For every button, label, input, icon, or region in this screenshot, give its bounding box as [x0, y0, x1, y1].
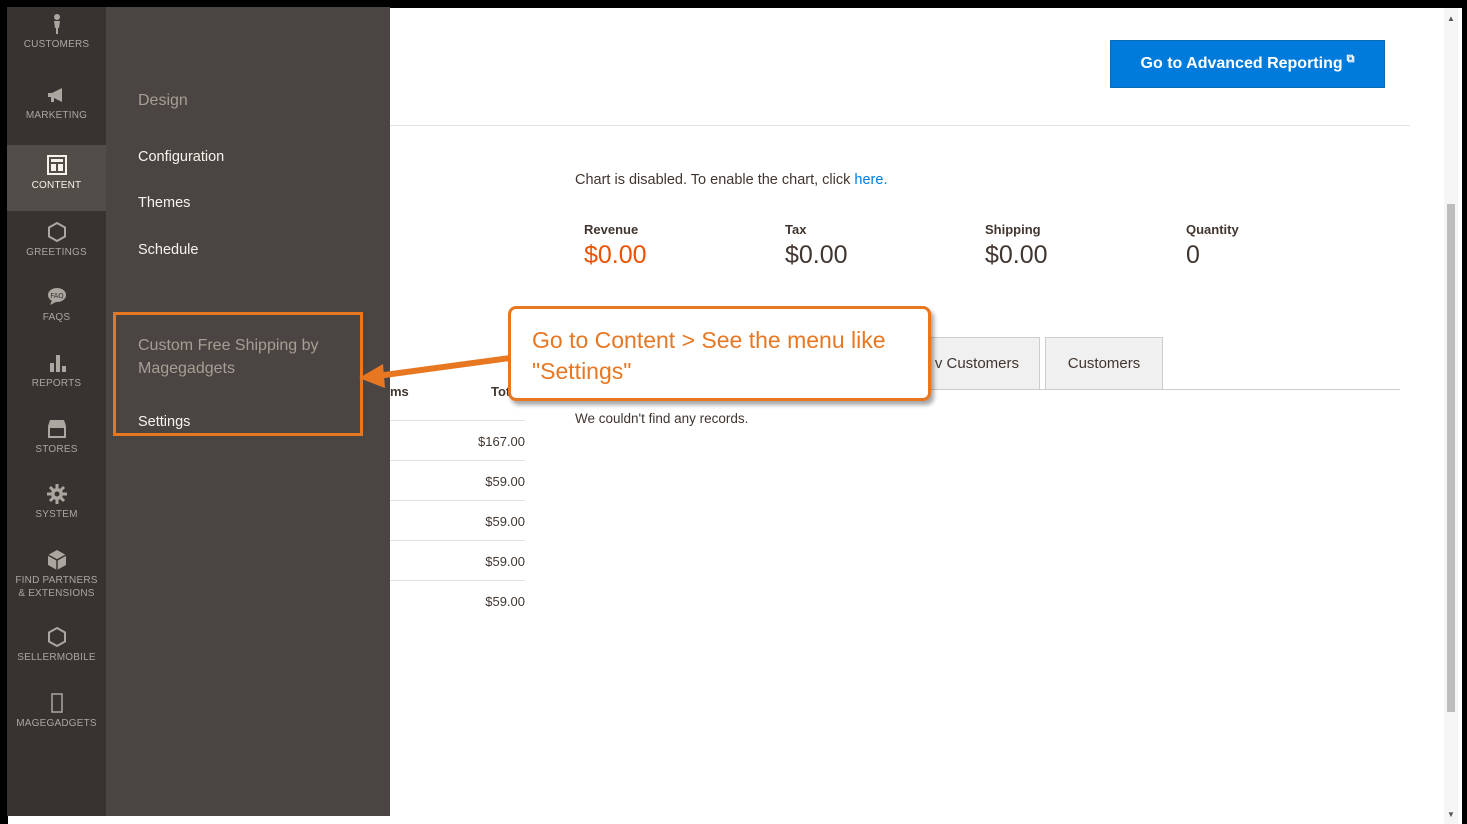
sidebar-item-content[interactable]: CONTENT — [7, 145, 106, 211]
total-label: Tax — [785, 222, 807, 237]
scrollbar-thumb[interactable] — [1447, 204, 1455, 712]
total-label: Quantity — [1186, 222, 1239, 237]
sidebar-item-customers[interactable]: CUSTOMERS — [7, 12, 106, 76]
person-icon — [53, 14, 60, 34]
bar-chart-icon — [49, 355, 66, 372]
tab-new-customers[interactable]: v Customers — [920, 337, 1040, 389]
total-label: Revenue — [584, 222, 639, 237]
sidebar-item-label: REPORTS — [31, 378, 82, 389]
hexagon-icon — [47, 626, 66, 648]
megaphone-icon — [47, 88, 62, 102]
total-value: $0.00 — [985, 241, 1048, 269]
sidebar-item-label: FAQS — [42, 312, 71, 323]
sidebar-item-magegadgets[interactable]: MAGEGADGETS — [7, 691, 106, 755]
sidebar-item-label: STORES — [35, 444, 78, 455]
scroll-up-icon[interactable]: ▲ — [1444, 14, 1458, 26]
layout-icon — [46, 155, 67, 175]
table-row: $59.00 — [390, 540, 525, 580]
callout-line-2: "Settings" — [532, 358, 632, 384]
sidebar-item-find-partners[interactable]: FIND PARTNERS & EXTENSIONS — [7, 548, 106, 618]
sidebar-item-label: MARKETING — [25, 110, 88, 121]
header-divider — [390, 125, 1410, 126]
faq-bubble-icon: FAQ — [47, 288, 66, 305]
chart-message-text: Chart is disabled. To enable the chart, … — [575, 172, 855, 188]
tutorial-callout: Go to Content > See the menu like "Setti… — [508, 306, 931, 401]
hexagon-icon — [47, 221, 66, 243]
sidebar-item-stores[interactable]: STORES — [7, 417, 106, 481]
sidebar-item-label: GREETINGS — [26, 247, 87, 258]
sidebar-item-faqs[interactable]: FAQ FAQS — [7, 285, 106, 349]
total-value: $0.00 — [785, 241, 848, 269]
sidebar-item-label: SELLERMOBILE — [17, 652, 96, 663]
callout-line-1: Go to Content > See the menu like — [532, 327, 886, 353]
submenu-link-themes[interactable]: Themes — [138, 195, 190, 211]
box-icon — [47, 550, 66, 570]
total-quantity: Quantity 0 — [1186, 222, 1239, 270]
sidebar-item-label: SYSTEM — [35, 509, 78, 520]
table-row: $167.00 — [390, 420, 525, 460]
submenu-link-configuration[interactable]: Configuration — [138, 149, 224, 165]
total-revenue: Revenue $0.00 — [584, 222, 647, 270]
sidebar-item-reports[interactable]: REPORTS — [7, 351, 106, 415]
sidebar-item-label: CUSTOMERS — [23, 39, 90, 50]
sidebar-item-label: CONTENT — [31, 180, 82, 191]
rectangle-icon — [50, 693, 63, 713]
total-label: Shipping — [985, 222, 1041, 237]
admin-sidebar: CUSTOMERS MARKETING CONTENT GREETINGS FA… — [7, 7, 106, 816]
sidebar-item-marketing[interactable]: MARKETING — [7, 83, 106, 147]
gear-icon — [46, 484, 67, 504]
tab-customers[interactable]: Customers — [1045, 337, 1163, 389]
submenu-link-schedule[interactable]: Schedule — [138, 242, 198, 258]
chart-disabled-message: Chart is disabled. To enable the chart, … — [575, 172, 887, 188]
submenu-group-design: Design — [138, 92, 188, 109]
sidebar-item-greetings[interactable]: GREETINGS — [7, 220, 106, 284]
total-value: $0.00 — [584, 241, 647, 269]
enable-chart-link[interactable]: here. — [854, 172, 887, 188]
table-row: $59.00 — [390, 500, 525, 540]
settings-highlight-box — [113, 312, 363, 436]
scroll-down-icon[interactable]: ▼ — [1444, 810, 1458, 822]
sidebar-item-label: MAGEGADGETS — [16, 718, 97, 729]
advanced-reporting-button[interactable]: Go to Advanced Reporting ⧉ — [1110, 40, 1385, 88]
external-link-icon: ⧉ — [1346, 52, 1355, 65]
sidebar-item-sellermobile[interactable]: SELLERMOBILE — [7, 625, 106, 689]
callout-arrow — [359, 355, 511, 388]
no-records-message: We couldn't find any records. — [575, 411, 749, 426]
table-row: $59.00 — [390, 580, 525, 620]
svg-text:FAQ: FAQ — [50, 292, 64, 300]
sidebar-item-system[interactable]: SYSTEM — [7, 482, 106, 546]
sidebar-item-label: FIND PARTNERS & EXTENSIONS — [15, 575, 98, 599]
total-shipping: Shipping $0.00 — [985, 222, 1048, 270]
storefront-icon — [47, 420, 66, 438]
total-tax: Tax $0.00 — [785, 222, 848, 270]
table-row: $59.00 — [390, 460, 525, 500]
total-value: 0 — [1186, 241, 1200, 269]
advanced-reporting-label: Go to Advanced Reporting — [1140, 55, 1343, 72]
